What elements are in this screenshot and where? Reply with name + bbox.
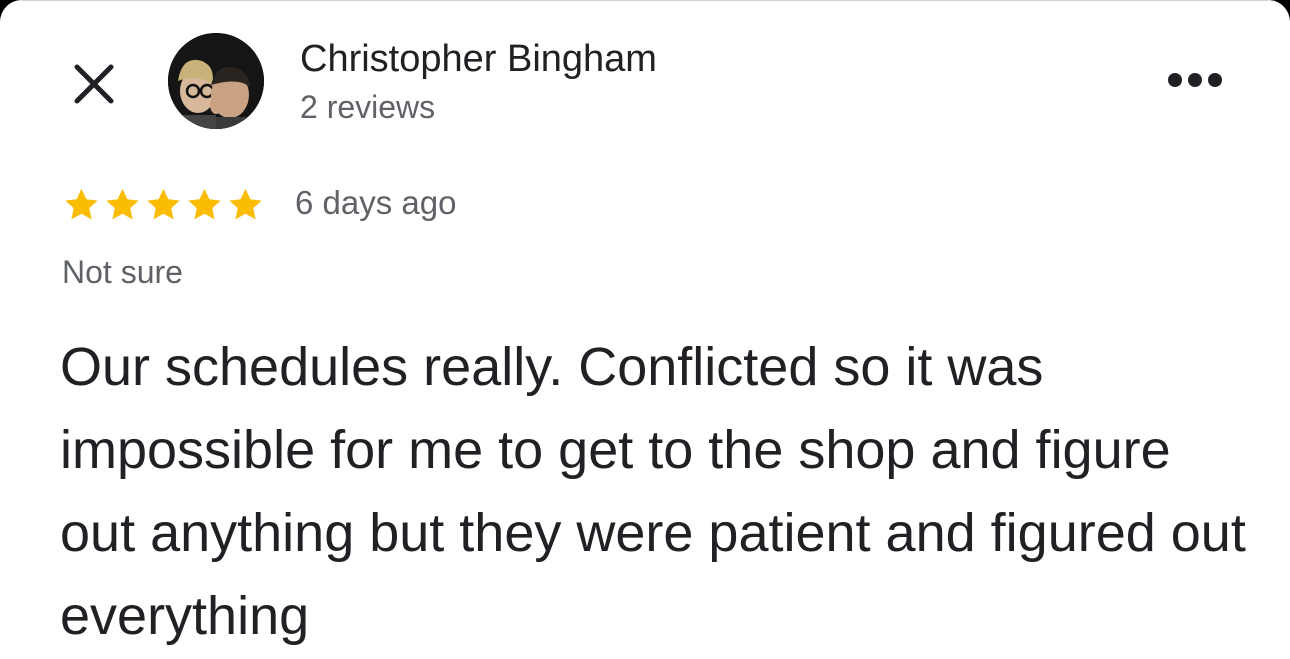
review-text: Our schedules really. Conflicted so it w… — [60, 337, 1246, 646]
avatar[interactable] — [168, 33, 264, 129]
user-avatar-photo — [168, 33, 264, 129]
corner-left — [0, 0, 22, 22]
star-icon — [65, 188, 98, 220]
star-icon — [188, 188, 221, 220]
star-rating — [62, 186, 265, 224]
review-tag: Not sure — [62, 254, 183, 290]
more-options-button[interactable] — [1162, 62, 1228, 98]
close-button[interactable] — [66, 56, 122, 112]
star-icon — [106, 188, 139, 220]
more-horizontal-icon — [1168, 73, 1222, 87]
review-sheet: Christopher Bingham 2 reviews 6 days ago… — [0, 0, 1290, 659]
review-time: 6 days ago — [295, 184, 457, 221]
close-icon — [74, 64, 114, 104]
star-icon — [147, 188, 180, 220]
corner-right — [1268, 0, 1290, 22]
star-icon — [229, 188, 262, 220]
author-reviews-count: 2 reviews — [300, 89, 436, 125]
author-name[interactable]: Christopher Bingham — [300, 36, 657, 82]
